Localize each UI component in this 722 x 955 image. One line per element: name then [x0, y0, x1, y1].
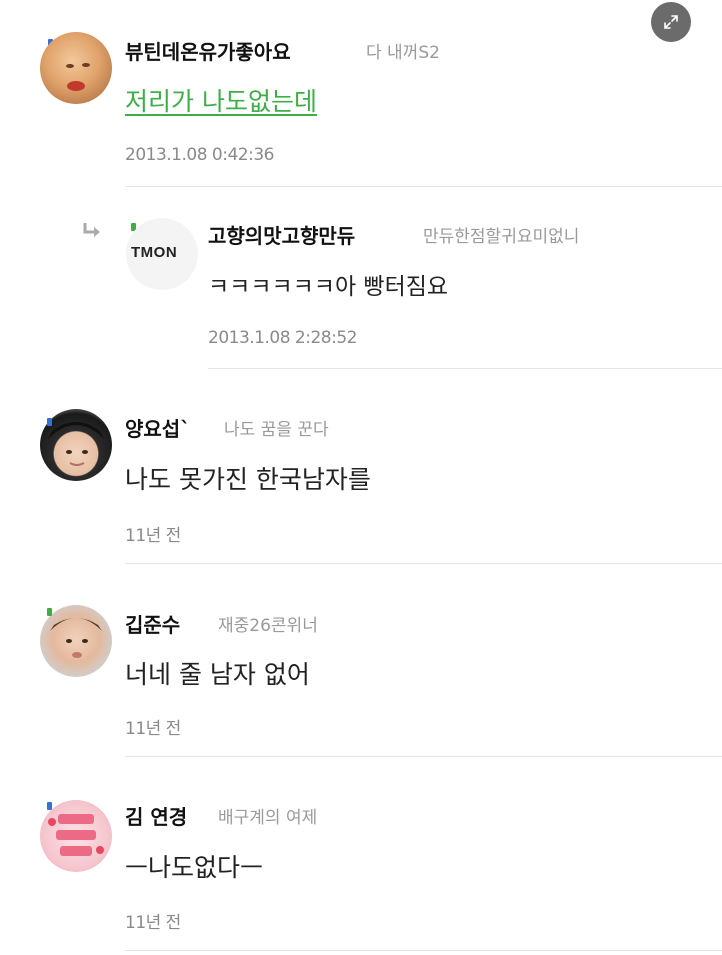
comment-body: 너네 줄 남자 없어: [125, 660, 310, 689]
reply-arrow-icon: [83, 223, 100, 237]
expand-button[interactable]: [651, 2, 691, 42]
avatar-logo: TMON: [131, 244, 178, 261]
comment-timestamp: 2013.1.08 2:28:52: [208, 328, 357, 348]
author-name[interactable]: 김 연경: [125, 801, 187, 830]
comment-timestamp: 11년 전: [125, 526, 181, 546]
divider: [125, 186, 722, 187]
comment-timestamp: 2013.1.08 0:42:36: [125, 145, 274, 165]
divider: [125, 950, 722, 951]
divider: [208, 368, 722, 369]
author-name[interactable]: 양요섭ˋ: [125, 413, 190, 442]
comment-body: ㅋㅋㅋㅋㅋㅋ아 빵터짐요: [208, 274, 449, 300]
author-nickname: 배구계의 여제: [218, 808, 318, 828]
comment-timestamp: 11년 전: [125, 913, 181, 933]
avatar[interactable]: [40, 32, 112, 104]
author-nickname: 나도 꿈을 꾼다: [224, 420, 329, 440]
avatar[interactable]: TMON: [126, 218, 198, 290]
author-nickname: 만듀한점할귀요미없니: [423, 227, 580, 247]
comment-body-link[interactable]: 저리가 나도없는데: [125, 82, 317, 118]
comment-body: ㅡ나도없다ㅡ: [125, 853, 264, 882]
author-name[interactable]: 고향의맛고향만듀: [208, 220, 355, 249]
comment-body: 나도 못가진 한국남자를: [125, 465, 371, 494]
avatar[interactable]: [40, 800, 112, 872]
author-nickname: 재중26콘위너: [218, 616, 318, 636]
divider: [125, 756, 722, 757]
expand-icon: [664, 15, 678, 29]
comment-timestamp: 11년 전: [125, 719, 181, 739]
level-badge: [47, 802, 52, 810]
author-nickname: 다 내꺼S2: [366, 43, 440, 63]
divider: [125, 563, 722, 564]
level-badge: [47, 608, 52, 616]
author-name[interactable]: 뷰틴데온유가좋아요: [125, 36, 291, 65]
author-name[interactable]: 깁준수: [125, 609, 180, 638]
level-badge: [47, 418, 52, 426]
